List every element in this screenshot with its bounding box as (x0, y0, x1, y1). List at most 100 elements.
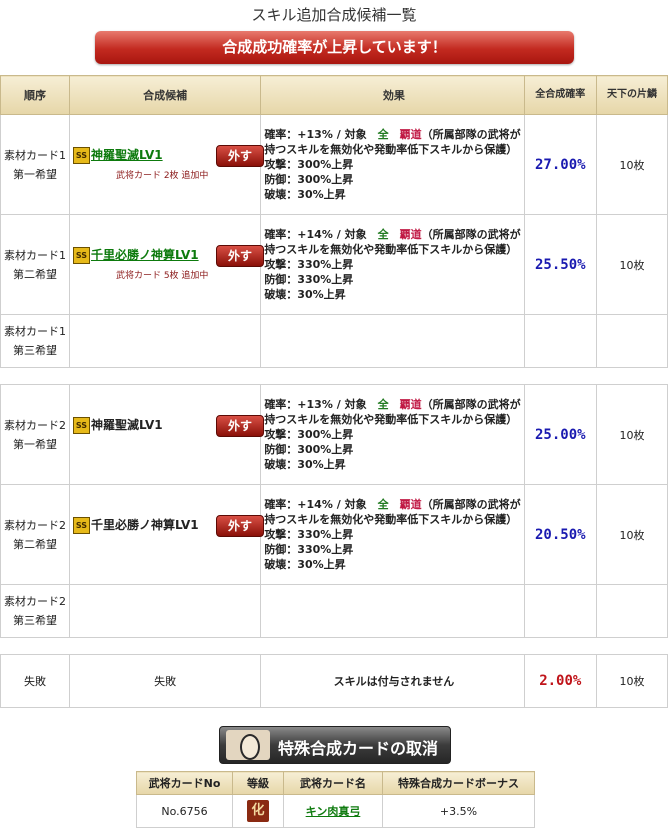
total-rate (523, 584, 598, 638)
effect-target-label: 対象 (344, 228, 367, 241)
effect-rate: 確率：+13% (264, 398, 333, 411)
order-cell: 素材カード2 第一希望 (0, 384, 70, 485)
effect-line: 確率：+13% / 対象 全 覇道（所属部隊の武将が持つスキルを無効化や発動率低… (264, 127, 523, 157)
table-row: 素材カード2 第二希望 SS 千里必勝ノ神算LV1 外す 確率：+14% / 対象 全 覇… (0, 484, 668, 585)
order-material: 素材カード1 (3, 248, 66, 262)
order-preference: 第三希望 (12, 344, 57, 357)
bonus-row: No.6756 化 キン肉真弓 +3.5% (136, 794, 535, 828)
added-cards-note: 武将カード 2枚 追加中 (115, 170, 209, 181)
card-bonus: +3.5% (382, 794, 535, 828)
candidate-cell (68, 314, 262, 368)
candidate-box: SS 神羅聖滅LV1 外す (70, 414, 264, 455)
special-card-bonus-table: 武将カードNo 等級 武将カード名 特殊合成カードボーナス No.6756 化 … (136, 771, 535, 828)
bonus-header-bonus: 特殊合成カードボーナス (382, 771, 535, 795)
table-row: 素材カード2 第一希望 SS 神羅聖滅LV1 外す 確率：+13% / 対象 全 覇道（所… (0, 384, 668, 485)
order-preference: 第三希望 (12, 614, 57, 627)
effect-cell (260, 314, 525, 368)
tenka-count: 10枚 (596, 114, 668, 215)
special-card-cancel-label: 特殊合成カードの取消 (278, 739, 439, 758)
effect-highlight: 覇道 (399, 228, 422, 241)
effect-rate: 確率：+14% (264, 228, 333, 241)
candidate-cell: SS 神羅聖滅LV1 武将カード 2枚 追加中 外す (68, 114, 264, 215)
table-row: 素材カード2 第三希望 (0, 584, 668, 638)
fail-candidate: 失敗 (68, 654, 262, 708)
effect-sep: / (336, 228, 341, 241)
table-row: 素材カード1 第一希望 SS 神羅聖滅LV1 武将カード 2枚 追加中 外す 確率：+13%… (0, 114, 668, 215)
ss-rank-icon: SS (72, 146, 90, 164)
group-separator (0, 367, 668, 385)
bonus-header-no: 武将カードNo (136, 771, 233, 795)
order-cell: 素材カード1 第一希望 (0, 114, 70, 215)
tenka-count: 10枚 (596, 384, 668, 485)
page-title: スキル追加合成候補一覧 (251, 6, 417, 24)
order-material: 素材カード2 (3, 595, 66, 608)
effect-sep: / (336, 498, 341, 511)
fail-rate: 2.00% (523, 654, 598, 708)
order-cell: 素材カード1 第二希望 (0, 214, 70, 315)
header-candidate: 合成候補 (68, 75, 262, 115)
skill-name[interactable]: 神羅聖滅LV1 (91, 146, 163, 163)
remove-button[interactable]: 外す (215, 414, 264, 437)
header-tenka: 天下の片鱗 (596, 75, 668, 115)
effect-defense: 防御：300%上昇 (264, 443, 354, 456)
candidate-cell: SS 千里必勝ノ神算LV1 武将カード 5枚 追加中 外す (68, 214, 264, 315)
effect-line: 確率：+13% / 対象 全 覇道（所属部隊の武将が持つスキルを無効化や発動率低… (264, 397, 523, 427)
effect-cell: 確率：+13% / 対象 全 覇道（所属部隊の武将が持つスキルを無効化や発動率低… (260, 114, 525, 215)
bonus-header-rank: 等級 (232, 771, 284, 795)
effect-target-label: 対象 (344, 398, 367, 411)
effect-line: 確率：+14% / 対象 全 覇道（所属部隊の武将が持つスキルを無効化や発動率低… (264, 497, 523, 527)
effect-defense: 防御：330%上昇 (264, 273, 354, 286)
fail-effect: スキルは付与されません (260, 654, 525, 708)
effect-destroy: 破壊：30%上昇 (264, 458, 346, 471)
candidate-box: SS 神羅聖滅LV1 武将カード 2枚 追加中 外す (70, 144, 264, 185)
effect-target-label: 対象 (344, 498, 367, 511)
candidate-cell (68, 584, 262, 638)
card-portrait-icon (226, 730, 270, 760)
candidate-cell: SS 神羅聖滅LV1 外す (68, 384, 264, 485)
effect-attack: 攻撃：300%上昇 (264, 428, 354, 441)
total-rate: 27.00% (523, 114, 598, 215)
effect-attack: 攻撃：330%上昇 (264, 528, 354, 541)
effect-highlight: 覇道 (399, 498, 422, 511)
order-material: 素材カード1 (3, 148, 66, 162)
effect-target: 全 (377, 228, 389, 241)
order-cell: 素材カード1 第三希望 (0, 314, 70, 368)
effect-target: 全 (377, 128, 389, 141)
order-preference: 第一希望 (12, 167, 57, 181)
table-row: 素材カード1 第三希望 (0, 314, 668, 368)
tenka-count: 10枚 (596, 484, 668, 585)
order-preference: 第二希望 (12, 267, 57, 281)
effect-rate: 確率：+13% (264, 128, 333, 141)
order-cell: 素材カード2 第二希望 (0, 484, 70, 585)
fail-tenka: 10枚 (596, 654, 668, 708)
effect-defense: 防御：330%上昇 (264, 543, 354, 556)
candidate-box: SS 千里必勝ノ神算LV1 武将カード 5枚 追加中 外す (70, 244, 264, 285)
bonus-header-name: 武将カード名 (283, 771, 383, 795)
card-name-link[interactable]: キン肉真弓 (306, 805, 361, 818)
effect-target-label: 対象 (344, 128, 367, 141)
remove-button[interactable]: 外す (215, 244, 264, 267)
bonus-header-row: 武将カードNo 等級 武将カード名 特殊合成カードボーナス (136, 771, 535, 795)
special-card-cancel-button[interactable]: 特殊合成カードの取消 (219, 726, 451, 764)
order-preference: 第二希望 (12, 537, 57, 551)
effect-cell: 確率：+14% / 対象 全 覇道（所属部隊の武将が持つスキルを無効化や発動率低… (260, 484, 525, 585)
order-material: 素材カード2 (3, 518, 66, 532)
skill-name[interactable]: 千里必勝ノ神算LV1 (91, 246, 199, 263)
total-rate (523, 314, 598, 368)
effect-destroy: 破壊：30%上昇 (264, 558, 346, 571)
ss-rank-icon: SS (72, 416, 90, 434)
card-no: No.6756 (136, 794, 233, 828)
effect-highlight: 覇道 (399, 398, 422, 411)
effect-sep: / (336, 398, 341, 411)
effect-attack: 攻撃：300%上昇 (264, 158, 354, 171)
remove-button[interactable]: 外す (215, 514, 264, 537)
order-material: 素材カード1 (3, 325, 66, 338)
header-effect: 効果 (260, 75, 525, 115)
group-separator (0, 637, 668, 655)
effect-line: 確率：+14% / 対象 全 覇道（所属部隊の武将が持つスキルを無効化や発動率低… (264, 227, 523, 257)
rank-badge: 化 (247, 800, 269, 822)
remove-button[interactable]: 外す (215, 144, 264, 167)
effect-cell: 確率：+14% / 対象 全 覇道（所属部隊の武将が持つスキルを無効化や発動率低… (260, 214, 525, 315)
effect-rate: 確率：+14% (264, 498, 333, 511)
table-row: 素材カード1 第二希望 SS 千里必勝ノ神算LV1 武将カード 5枚 追加中 外す 確率：+… (0, 214, 668, 315)
